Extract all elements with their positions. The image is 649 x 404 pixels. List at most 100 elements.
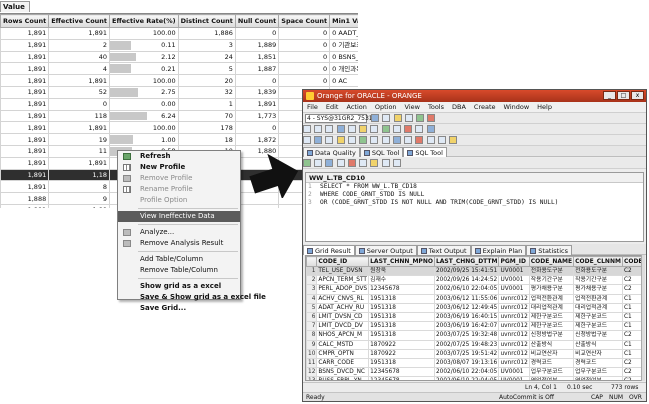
session-icon[interactable] xyxy=(404,125,413,133)
window-title-bar[interactable]: Orange for ORACLE - ORANGE _ □ x xyxy=(303,90,646,102)
table-row[interactable]: 1,89140.2151,88700 개인과목프...1 실명5 xyxy=(0,62,358,76)
result-row[interactable]: 4 ACHV_CNVS_RL 1951318 2003/06/12 11:55:06 u… xyxy=(306,293,641,304)
result-row[interactable]: 7 LMIT_DVCD_DV 1951318 2003/06/19 16:42:07 u… xyxy=(306,321,641,332)
tool-j-icon[interactable] xyxy=(404,136,413,144)
table-row[interactable]: 1,891402.12241,85100 BSNS_VSU...2 CAPY_ xyxy=(0,50,358,64)
tool-c-icon[interactable] xyxy=(325,136,334,144)
connect-icon[interactable] xyxy=(371,114,380,122)
value-list-tab[interactable]: Value List xyxy=(0,1,30,21)
result-column-header[interactable]: LAST_CHNG_DTTM xyxy=(433,256,500,267)
index-icon[interactable] xyxy=(392,125,401,133)
column-header[interactable]: Distinct Count xyxy=(177,14,236,28)
menu-item[interactable]: Add Table/Column xyxy=(118,254,240,265)
result-row[interactable]: 12 BSNS_DVCD_NC 12345678 2002/06/10 22:04:0… xyxy=(306,367,641,378)
result-row[interactable]: 5 ADAT_ACHV_RU 1951318 2003/06/12 12:49:45 u… xyxy=(306,302,641,313)
result-tab[interactable]: Text Output xyxy=(416,245,471,255)
result-tab[interactable]: Server Output xyxy=(354,245,417,255)
menu-item[interactable]: Save Grid... xyxy=(118,303,240,314)
menu-edit[interactable]: Edit xyxy=(322,102,343,113)
format-icon[interactable] xyxy=(359,159,368,167)
maximize-icon[interactable]: □ xyxy=(617,91,630,100)
tool-d-icon[interactable] xyxy=(336,136,345,144)
menu-file[interactable]: File xyxy=(303,102,322,113)
monitor-icon[interactable] xyxy=(426,125,435,133)
result-row[interactable]: 9 CALC_MSTD 1870922 2002/07/25 19:48:23 uvnr… xyxy=(306,339,641,350)
copy-icon[interactable] xyxy=(314,125,323,133)
doc-tab[interactable]: SQL Tool xyxy=(403,147,447,157)
menu-action[interactable]: Action xyxy=(342,102,370,113)
column-header[interactable]: Effective Rate(%) xyxy=(109,14,179,28)
result-column-header[interactable] xyxy=(306,256,318,267)
menu-create[interactable]: Create xyxy=(470,102,500,113)
result-column-header[interactable]: CODE_CLNNM xyxy=(573,256,623,267)
tool-l-icon[interactable] xyxy=(426,136,435,144)
minimize-icon[interactable]: _ xyxy=(603,91,616,100)
result-row[interactable]: 10 CMPR_OPTN 1870922 2003/07/25 19:51:42 uvn… xyxy=(306,348,641,359)
autocommit-status[interactable]: AutoCommit is Off xyxy=(499,393,554,401)
menu-help[interactable]: Help xyxy=(533,102,556,113)
menu-item[interactable]: Remove Analysis Result xyxy=(118,238,240,249)
table-icon[interactable] xyxy=(359,125,368,133)
menu-item[interactable]: Remove Profile xyxy=(118,173,240,184)
result-column-header[interactable]: CODE_NAME xyxy=(528,256,575,267)
menu-item[interactable]: Rename Profile xyxy=(118,184,240,195)
run-icon[interactable] xyxy=(416,114,425,122)
open-icon[interactable] xyxy=(393,114,402,122)
rollback-icon[interactable] xyxy=(347,159,356,167)
replace-icon[interactable] xyxy=(347,125,356,133)
paste-icon[interactable] xyxy=(325,125,334,133)
schema-icon[interactable] xyxy=(381,125,390,133)
result-column-header[interactable]: CODE_ID xyxy=(316,256,370,267)
lock-icon[interactable] xyxy=(415,125,424,133)
tool-k-icon[interactable] xyxy=(415,136,424,144)
doc-tab[interactable]: SQL Tool xyxy=(359,147,404,157)
result-row[interactable]: 8 NHOS_APCN_M 1951318 2003/07/25 19:32:48 uv… xyxy=(306,330,641,341)
bookmark-icon[interactable] xyxy=(381,159,390,167)
stop-icon[interactable] xyxy=(427,114,436,122)
tool-f-icon[interactable] xyxy=(359,136,368,144)
result-column-header[interactable]: PGM_ID xyxy=(498,256,530,267)
tool-a-icon[interactable] xyxy=(303,136,311,144)
commit-icon[interactable] xyxy=(336,159,345,167)
column-header[interactable]: Min1 Value xyxy=(329,14,358,28)
sql-editor[interactable]: WW_L.TB_CD10 1 SELECT * FROM WW_L.TB_CD18… xyxy=(305,172,644,242)
result-row[interactable]: 6 LMIT_DVSN_CD 1951318 2003/06/19 16:40:15 u… xyxy=(306,311,641,323)
connection-select[interactable]: 4 - SYS@31GR2_7531 xyxy=(305,114,373,123)
menu-item[interactable]: Profile Option xyxy=(118,195,240,206)
menu-option[interactable]: Option xyxy=(371,102,401,113)
result-row[interactable]: 1 TEL_USE_DVSN 원창욱 2002/09/25 15:41:51 UV000… xyxy=(306,265,641,277)
column-header[interactable]: Effective Count xyxy=(48,14,111,28)
result-tab[interactable]: Explain Plan xyxy=(470,245,527,255)
result-tab[interactable]: Grid Result xyxy=(303,245,355,255)
menu-item[interactable]: View Ineffective Data xyxy=(118,211,240,222)
menu-window[interactable]: Window xyxy=(500,102,534,113)
tool-b-icon[interactable] xyxy=(314,136,323,144)
view-icon[interactable] xyxy=(370,125,379,133)
result-column-header[interactable]: LAST_CHNN_MPNO xyxy=(368,256,435,267)
tool-m-icon[interactable] xyxy=(437,136,446,144)
menu-item[interactable]: Save & Show grid as a excel file xyxy=(118,292,266,303)
doc-tab[interactable]: Data Quality xyxy=(303,147,360,157)
close-icon[interactable]: x xyxy=(631,91,644,100)
result-column-header[interactable]: CODE_TYPE xyxy=(621,256,641,267)
result-row[interactable]: 3 PERL_ADOP_DVS 12345678 2002/06/10 22:04:0… xyxy=(306,284,641,295)
table-row[interactable]: 1,89120.1131,88900 기관보조부...1 행정부 xyxy=(0,38,358,52)
tool-h-icon[interactable] xyxy=(381,136,390,144)
disconnect-icon[interactable] xyxy=(382,114,391,122)
menu-item[interactable]: Analyze... xyxy=(118,227,240,238)
menu-dba[interactable]: DBA xyxy=(448,102,470,113)
result-scrollbar[interactable] xyxy=(641,255,645,381)
save-icon[interactable] xyxy=(404,114,413,122)
result-row[interactable]: 2 APCN_TERM_STT 김재수 2002/09/26 14:24:52 UV00… xyxy=(306,275,641,286)
cut-icon[interactable] xyxy=(303,125,311,133)
menu-item[interactable]: Show grid as a excel xyxy=(118,281,240,292)
tool-i-icon[interactable] xyxy=(392,136,401,144)
result-tab[interactable]: Statistics xyxy=(526,245,572,255)
column-header[interactable]: Space Count xyxy=(278,14,331,28)
find-icon[interactable] xyxy=(336,125,345,133)
table-row[interactable]: 1,8911,891100.0020000 AC71AU xyxy=(0,74,358,87)
menu-item[interactable]: Remove Table/Column xyxy=(118,265,240,276)
menu-item[interactable]: Refresh xyxy=(118,151,240,162)
menu-view[interactable]: View xyxy=(401,102,424,113)
execute-icon[interactable] xyxy=(303,159,311,167)
